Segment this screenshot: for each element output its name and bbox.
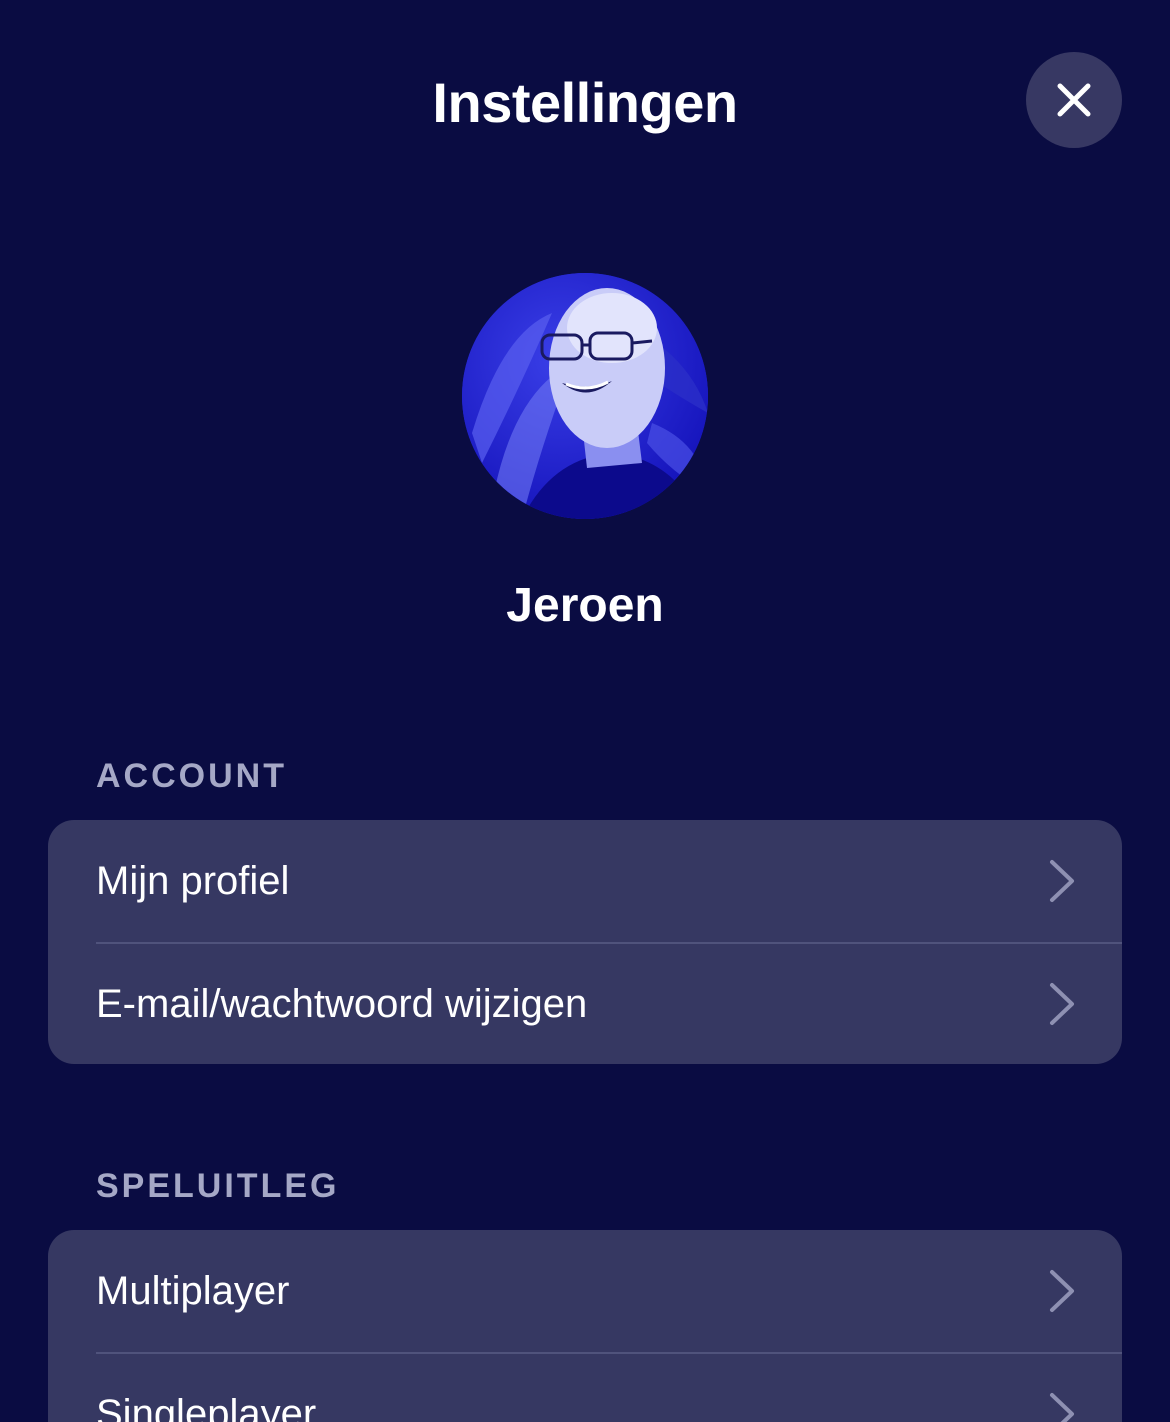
close-button[interactable] xyxy=(1026,52,1122,148)
menu-item-my-profile[interactable]: Mijn profiel xyxy=(48,820,1122,942)
menu-item-label: E-mail/wachtwoord wijzigen xyxy=(96,981,588,1026)
menu-item-label: Singleplayer xyxy=(96,1391,317,1422)
avatar[interactable] xyxy=(462,273,708,519)
close-icon xyxy=(1057,83,1091,117)
chevron-right-icon xyxy=(1050,1270,1074,1312)
account-group: Mijn profiel E-mail/wachtwoord wijzigen xyxy=(48,820,1122,1064)
menu-item-label: Multiplayer xyxy=(96,1268,290,1313)
game-explanation-group: Multiplayer Singleplayer xyxy=(48,1230,1122,1422)
profile-name: Jeroen xyxy=(506,579,664,632)
chevron-right-icon xyxy=(1050,983,1074,1025)
page-title: Instellingen xyxy=(432,71,738,134)
profile-photo xyxy=(462,273,708,519)
section-label-game-explanation: SPELUITLEG xyxy=(96,1167,340,1205)
section-label-account: ACCOUNT xyxy=(96,757,287,795)
chevron-right-icon xyxy=(1050,1393,1074,1422)
menu-item-multiplayer[interactable]: Multiplayer xyxy=(48,1230,1122,1352)
menu-item-label: Mijn profiel xyxy=(96,858,290,903)
menu-item-change-email-password[interactable]: E-mail/wachtwoord wijzigen xyxy=(96,942,1122,1064)
chevron-right-icon xyxy=(1050,860,1074,902)
menu-item-singleplayer[interactable]: Singleplayer xyxy=(96,1352,1122,1422)
